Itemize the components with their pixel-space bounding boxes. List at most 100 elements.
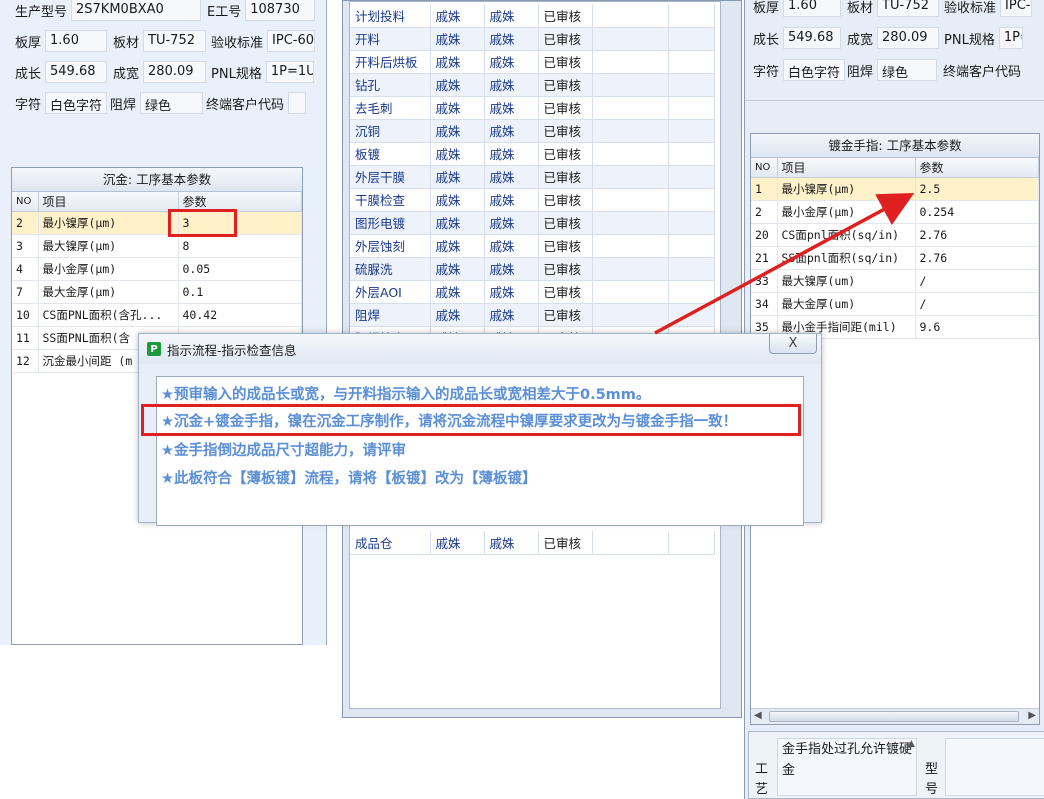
status-cell[interactable]: 已审核 [538,280,593,304]
table-row[interactable]: 34 最大金厚(um) / [751,292,1039,316]
param-cell[interactable]: 0.1 [178,280,302,304]
item-cell[interactable]: SS面pnl面积(sq/in) [777,246,916,270]
step-cell[interactable]: 沉铜 [350,119,431,143]
field-value[interactable] [288,92,307,114]
field-value[interactable]: 1.60 [45,30,108,52]
scroll-up-icon[interactable]: ▲ [908,739,915,749]
user-cell[interactable]: 戚姝 [484,50,539,74]
no-cell[interactable]: 2 [751,200,778,224]
user-cell[interactable]: 戚姝 [430,73,485,97]
no-cell[interactable]: 12 [12,349,39,373]
step-cell[interactable]: 图形电镀 [350,211,431,235]
table-row[interactable]: 干膜检查 戚姝 戚姝 已审核 [350,188,715,212]
user-cell[interactable]: 戚姝 [430,280,485,304]
field-value[interactable]: 1P=1U [265,61,314,83]
note-textarea[interactable]: 金手指处过孔允许镀硬金 [777,738,917,796]
item-cell[interactable]: 最小金厚(μm) [777,200,916,224]
table-row[interactable]: 成品仓 戚姝 戚姝 已审核 [350,531,715,555]
step-cell[interactable]: 钻孔 [350,73,431,97]
table-row[interactable]: 外层干膜 戚姝 戚姝 已审核 [350,165,715,189]
no-cell[interactable]: 11 [12,326,39,350]
user-cell[interactable]: 戚姝 [430,165,485,189]
table-row[interactable]: 板镀 戚姝 戚姝 已审核 [350,142,715,166]
field-value[interactable]: 绿色 [877,59,938,81]
table-row[interactable]: 4 最小金厚(μm) 0.05 [12,257,302,281]
user-cell[interactable]: 戚姝 [484,96,539,120]
field-value[interactable]: 白色字符 [45,92,108,114]
dialog-titlebar[interactable]: P 指示流程-指示检查信息 [139,334,821,364]
table-row[interactable]: 外层AOI 戚姝 戚姝 已审核 [350,280,715,304]
step-cell[interactable]: 干膜检查 [350,188,431,212]
item-cell[interactable]: CS面pnl面积(sq/in) [777,223,916,247]
step-cell[interactable]: 外层干膜 [350,165,431,189]
param-cell[interactable]: 2.76 [915,223,1039,247]
status-cell[interactable]: 已审核 [538,303,593,327]
user-cell[interactable]: 戚姝 [430,211,485,235]
field-value[interactable]: TU-752 [143,30,207,52]
table-row[interactable]: 2 最小镍厚(μm) 3 [12,211,302,235]
status-cell[interactable]: 已审核 [538,211,593,235]
status-cell[interactable]: 已审核 [538,4,593,28]
item-cell[interactable]: 最大金厚(um) [777,292,916,316]
step-cell[interactable]: 开料后烘板 [350,50,431,74]
no-cell[interactable]: 2 [12,211,39,235]
no-cell[interactable]: 34 [751,292,778,316]
table-row[interactable]: 图形电镀 戚姝 戚姝 已审核 [350,211,715,235]
field-value[interactable]: 280.09 [143,61,207,83]
user-cell[interactable]: 戚姝 [430,303,485,327]
item-cell[interactable]: 最大镍厚(μm) [38,234,179,258]
param-cell[interactable]: 2.5 [915,177,1039,201]
table-row[interactable]: 3 最大镍厚(μm) 8 [12,234,302,258]
param-cell[interactable]: 0.254 [915,200,1039,224]
user-cell[interactable]: 戚姝 [484,165,539,189]
status-cell[interactable]: 已审核 [538,257,593,281]
step-cell[interactable]: 硫脲洗 [350,257,431,281]
field-value[interactable]: TU-752 [877,0,940,17]
user-cell[interactable]: 戚姝 [430,531,485,555]
table-row[interactable]: 计划投料 戚姝 戚姝 已审核 [350,4,715,28]
user-cell[interactable]: 戚姝 [484,531,539,555]
user-cell[interactable]: 戚姝 [430,96,485,120]
field-value[interactable]: 108730 [245,0,316,21]
table-row[interactable]: 外层蚀刻 戚姝 戚姝 已审核 [350,234,715,258]
step-cell[interactable]: 外层AOI [350,280,431,304]
no-cell[interactable]: 33 [751,269,778,293]
scroll-thumb[interactable] [769,711,1019,722]
field-value[interactable]: IPC- [1000,0,1033,17]
param-cell[interactable]: 0.05 [178,257,302,281]
scroll-left-icon[interactable]: ◀ [754,710,762,721]
param-cell[interactable]: 8 [178,234,302,258]
table-row[interactable]: 2 最小金厚(μm) 0.254 [751,200,1039,224]
horizontal-scrollbar[interactable]: ◀ ▶ [751,708,1039,724]
no-cell[interactable]: 3 [12,234,39,258]
table-row[interactable]: 10 CS面PNL面积(含孔... 40.42 [12,303,302,327]
user-cell[interactable]: 戚姝 [484,188,539,212]
user-cell[interactable]: 戚姝 [430,234,485,258]
table-row[interactable]: 钻孔 戚姝 戚姝 已审核 [350,73,715,97]
status-cell[interactable]: 已审核 [538,27,593,51]
item-cell[interactable]: 最大金厚(μm) [38,280,179,304]
close-button[interactable]: X [769,334,817,354]
item-cell[interactable]: 最大镍厚(um) [777,269,916,293]
no-cell[interactable]: 10 [12,303,39,327]
item-cell[interactable]: CS面PNL面积(含孔... [38,303,179,327]
table-row[interactable]: 沉铜 戚姝 戚姝 已审核 [350,119,715,143]
param-cell[interactable]: 9.6 [915,315,1039,339]
item-cell[interactable]: 最小镍厚(μm) [777,177,916,201]
user-cell[interactable]: 戚姝 [430,257,485,281]
status-cell[interactable]: 已审核 [538,188,593,212]
param-cell[interactable]: / [915,269,1039,293]
item-cell[interactable]: 最小镍厚(μm) [38,211,179,235]
table-row[interactable]: 去毛刺 戚姝 戚姝 已审核 [350,96,715,120]
status-cell[interactable]: 已审核 [538,96,593,120]
step-cell[interactable]: 板镀 [350,142,431,166]
table-row[interactable]: 20 CS面pnl面积(sq/in) 2.76 [751,223,1039,247]
table-row[interactable]: 1 最小镍厚(μm) 2.5 [751,177,1039,201]
field-value[interactable]: 1.60 [783,0,842,17]
user-cell[interactable]: 戚姝 [430,50,485,74]
field-value[interactable]: 1P= [998,27,1023,49]
user-cell[interactable]: 戚姝 [484,119,539,143]
status-cell[interactable]: 已审核 [538,50,593,74]
no-cell[interactable]: 20 [751,223,778,247]
user-cell[interactable]: 戚姝 [484,211,539,235]
